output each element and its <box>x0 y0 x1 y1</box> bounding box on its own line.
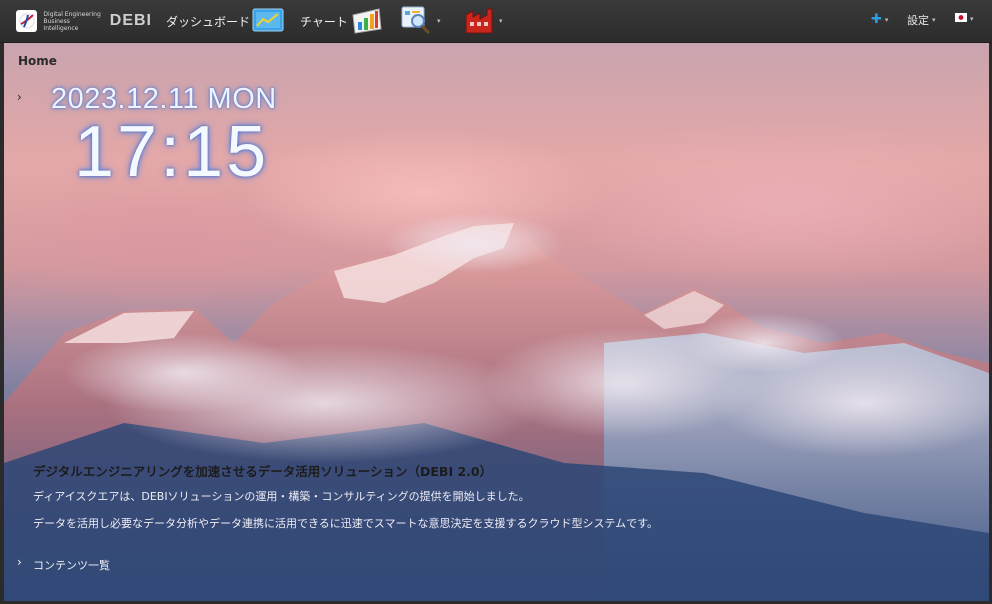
dashboard-icon <box>252 7 284 36</box>
nav-dashboard[interactable]: ダッシュボード <box>166 6 284 36</box>
announcement-line-2: データを活用し必要なデータ分析やデータ連携に活用できるに迅速でスマートな意思決定… <box>33 517 659 530</box>
chevron-down-icon: ▾ <box>437 17 441 25</box>
chart-icon <box>350 5 384 38</box>
factory-icon <box>464 5 496 38</box>
chevron-down-icon: ▾ <box>970 14 974 23</box>
contents-list-link[interactable]: コンテンツ一覧 <box>33 557 110 573</box>
announcement-block: デジタルエンジニアリングを加速させるデータ活用ソリューション（DEBI 2.0）… <box>33 461 933 531</box>
settings-label: 設定 <box>907 14 929 27</box>
logo-brand-text: DEBI <box>109 12 152 29</box>
hero-background-image: Home › 2023.12.11 MON 17:15 デジタルエンジニアリング… <box>4 43 989 601</box>
debi-logo[interactable]: Digital Engineering Business Intelligenc… <box>16 8 152 34</box>
chevron-right-icon[interactable]: › <box>17 555 22 569</box>
app-window: Digital Engineering Business Intelligenc… <box>0 0 992 604</box>
chevron-down-icon: ▾ <box>932 16 936 24</box>
add-menu[interactable]: ✚ ▾ <box>871 12 888 27</box>
logo-tagline-line1: Digital Engineering <box>43 10 101 18</box>
breadcrumb[interactable]: Home <box>18 54 57 68</box>
nav-factory[interactable]: ▾ <box>464 6 503 36</box>
settings-menu[interactable]: 設定 ▾ <box>907 12 936 28</box>
announcement-title: デジタルエンジニアリングを加速させるデータ活用ソリューション（DEBI 2.0） <box>33 464 493 479</box>
top-navbar: Digital Engineering Business Intelligenc… <box>0 0 992 43</box>
japan-flag-icon <box>955 12 967 25</box>
logo-tagline-line2: Business Intelligence <box>43 17 79 32</box>
nav-dashboard-label: ダッシュボード <box>166 14 251 29</box>
logo-mark-icon <box>16 10 38 32</box>
plus-icon: ✚ <box>871 12 882 27</box>
nav-search-reports[interactable]: ▾ <box>400 6 441 36</box>
logo-tagline: Digital Engineering Business Intelligenc… <box>43 11 105 32</box>
magnifier-report-icon <box>400 5 434 38</box>
chevron-down-icon: ▾ <box>499 17 503 25</box>
announcement-line-1: ディアイスクエアは、DEBIソリューションの運用・構築・コンサルティングの提供を… <box>33 490 530 503</box>
nav-chart[interactable]: チャート <box>300 6 384 36</box>
nav-chart-label: チャート <box>300 14 348 29</box>
chevron-right-icon[interactable]: › <box>17 90 22 104</box>
language-menu[interactable]: ▾ <box>955 12 974 25</box>
clock-time: 17:15 <box>74 112 270 192</box>
chevron-down-icon: ▾ <box>884 15 889 24</box>
